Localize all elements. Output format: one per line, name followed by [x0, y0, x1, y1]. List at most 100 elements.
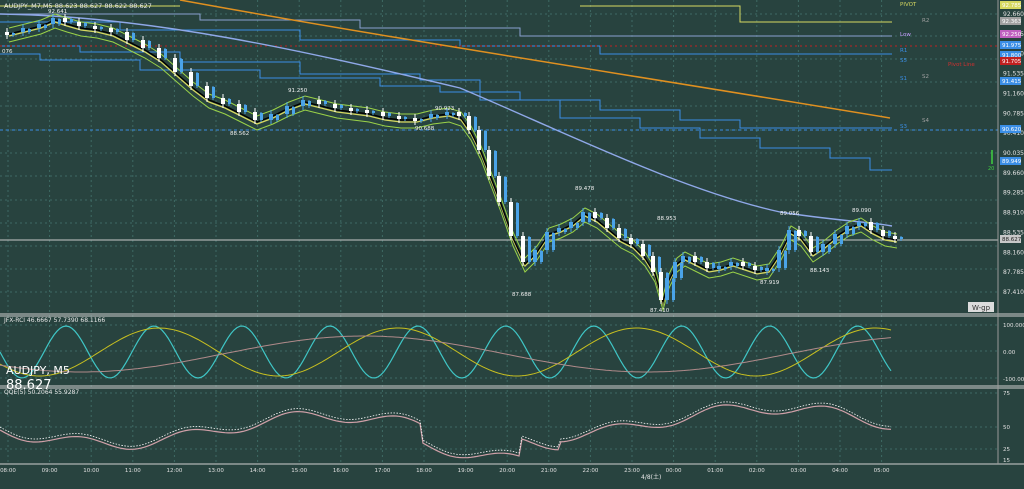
candle-body[interactable]: [292, 107, 295, 114]
candle-body[interactable]: [729, 262, 733, 266]
candle-body[interactable]: [457, 112, 461, 116]
candle-body[interactable]: [888, 231, 891, 236]
candle-body[interactable]: [840, 235, 843, 244]
candle-body[interactable]: [244, 105, 247, 112]
candle-body[interactable]: [516, 203, 519, 236]
candle-body[interactable]: [445, 112, 449, 115]
candle-body[interactable]: [648, 245, 651, 256]
candle-body[interactable]: [741, 262, 745, 266]
candle-body[interactable]: [132, 33, 135, 40]
candle-body[interactable]: [636, 239, 639, 244]
candle-body[interactable]: [809, 236, 813, 252]
candle-body[interactable]: [845, 226, 849, 234]
candle-body[interactable]: [784, 251, 787, 268]
candle-body[interactable]: [528, 237, 531, 262]
candle-body[interactable]: [724, 267, 727, 269]
candle-body[interactable]: [77, 22, 81, 26]
candle-body[interactable]: [509, 202, 513, 236]
candle-body[interactable]: [852, 227, 855, 234]
candle-body[interactable]: [301, 100, 305, 106]
candle-body[interactable]: [487, 150, 491, 176]
candle-body[interactable]: [372, 111, 375, 113]
candle-body[interactable]: [148, 41, 151, 48]
candle-body[interactable]: [464, 113, 467, 116]
candle-body[interactable]: [581, 212, 585, 222]
candle-body[interactable]: [397, 116, 401, 119]
candle-body[interactable]: [109, 28, 113, 32]
candle-body[interactable]: [413, 118, 417, 121]
candle-body[interactable]: [260, 113, 263, 120]
candle-body[interactable]: [700, 257, 703, 262]
candle-body[interactable]: [221, 98, 225, 104]
candle-body[interactable]: [84, 23, 87, 26]
candle-body[interactable]: [324, 101, 327, 104]
candle-body[interactable]: [569, 222, 573, 228]
candle-body[interactable]: [125, 32, 129, 40]
candle-body[interactable]: [833, 234, 837, 244]
candle-body[interactable]: [173, 58, 177, 72]
candle-body[interactable]: [164, 49, 167, 58]
candle-body[interactable]: [794, 231, 797, 250]
candle-body[interactable]: [659, 272, 663, 300]
candle-body[interactable]: [21, 28, 25, 32]
candle-body[interactable]: [504, 177, 507, 202]
candle-body[interactable]: [285, 106, 289, 114]
candle-body[interactable]: [497, 176, 501, 202]
candle-body[interactable]: [760, 267, 763, 270]
candle-body[interactable]: [641, 244, 645, 256]
candle-body[interactable]: [605, 218, 609, 228]
candle-body[interactable]: [576, 223, 579, 228]
candle-body[interactable]: [180, 59, 183, 72]
candle-body[interactable]: [70, 19, 73, 22]
candle-body[interactable]: [533, 250, 537, 262]
candle-body[interactable]: [712, 263, 715, 268]
candle-body[interactable]: [753, 266, 757, 270]
candle-body[interactable]: [629, 238, 633, 244]
candle-body[interactable]: [317, 100, 321, 104]
candle-body[interactable]: [51, 18, 55, 24]
candle-body[interactable]: [864, 223, 867, 226]
candle-body[interactable]: [869, 222, 873, 230]
candle-body[interactable]: [494, 151, 497, 176]
candle-body[interactable]: [189, 72, 193, 86]
candle-body[interactable]: [477, 130, 481, 150]
candle-body[interactable]: [356, 109, 359, 111]
candle-body[interactable]: [893, 236, 897, 239]
candle-body[interactable]: [37, 24, 41, 28]
candle-body[interactable]: [705, 262, 709, 268]
candle-body[interactable]: [116, 29, 119, 32]
candle-body[interactable]: [5, 32, 9, 35]
candle-body[interactable]: [253, 112, 257, 120]
candle-body[interactable]: [772, 269, 775, 271]
candle-body[interactable]: [748, 263, 751, 266]
candle-body[interactable]: [688, 257, 691, 262]
candle-body[interactable]: [804, 231, 807, 236]
candle-body[interactable]: [484, 131, 487, 150]
candle-body[interactable]: [765, 268, 769, 271]
candle-body[interactable]: [333, 104, 337, 108]
candle-body[interactable]: [420, 119, 423, 121]
candle-body[interactable]: [436, 115, 439, 118]
candle-body[interactable]: [237, 104, 241, 112]
candle-body[interactable]: [157, 48, 161, 58]
candle-body[interactable]: [141, 40, 145, 48]
candle-body[interactable]: [404, 117, 407, 119]
candle-body[interactable]: [12, 33, 15, 35]
candle-body[interactable]: [44, 25, 47, 28]
candle-body[interactable]: [474, 117, 477, 130]
candle-body[interactable]: [269, 114, 273, 120]
candle-body[interactable]: [349, 108, 353, 111]
candle-body[interactable]: [672, 279, 675, 300]
candle-body[interactable]: [552, 233, 555, 250]
candle-body[interactable]: [900, 237, 903, 239]
candle-body[interactable]: [100, 27, 103, 29]
candle-body[interactable]: [593, 212, 597, 218]
candle-body[interactable]: [212, 87, 215, 98]
candle-body[interactable]: [63, 18, 67, 22]
candle-body[interactable]: [857, 222, 861, 226]
candle-body[interactable]: [381, 112, 385, 116]
candle-body[interactable]: [429, 114, 433, 118]
trading-chart[interactable]: PIVOTR2LowR1Pivot LineS1 S2S3S4S5 92.6609…: [0, 0, 1024, 489]
candle-body[interactable]: [467, 116, 471, 130]
candle-body[interactable]: [612, 219, 615, 228]
